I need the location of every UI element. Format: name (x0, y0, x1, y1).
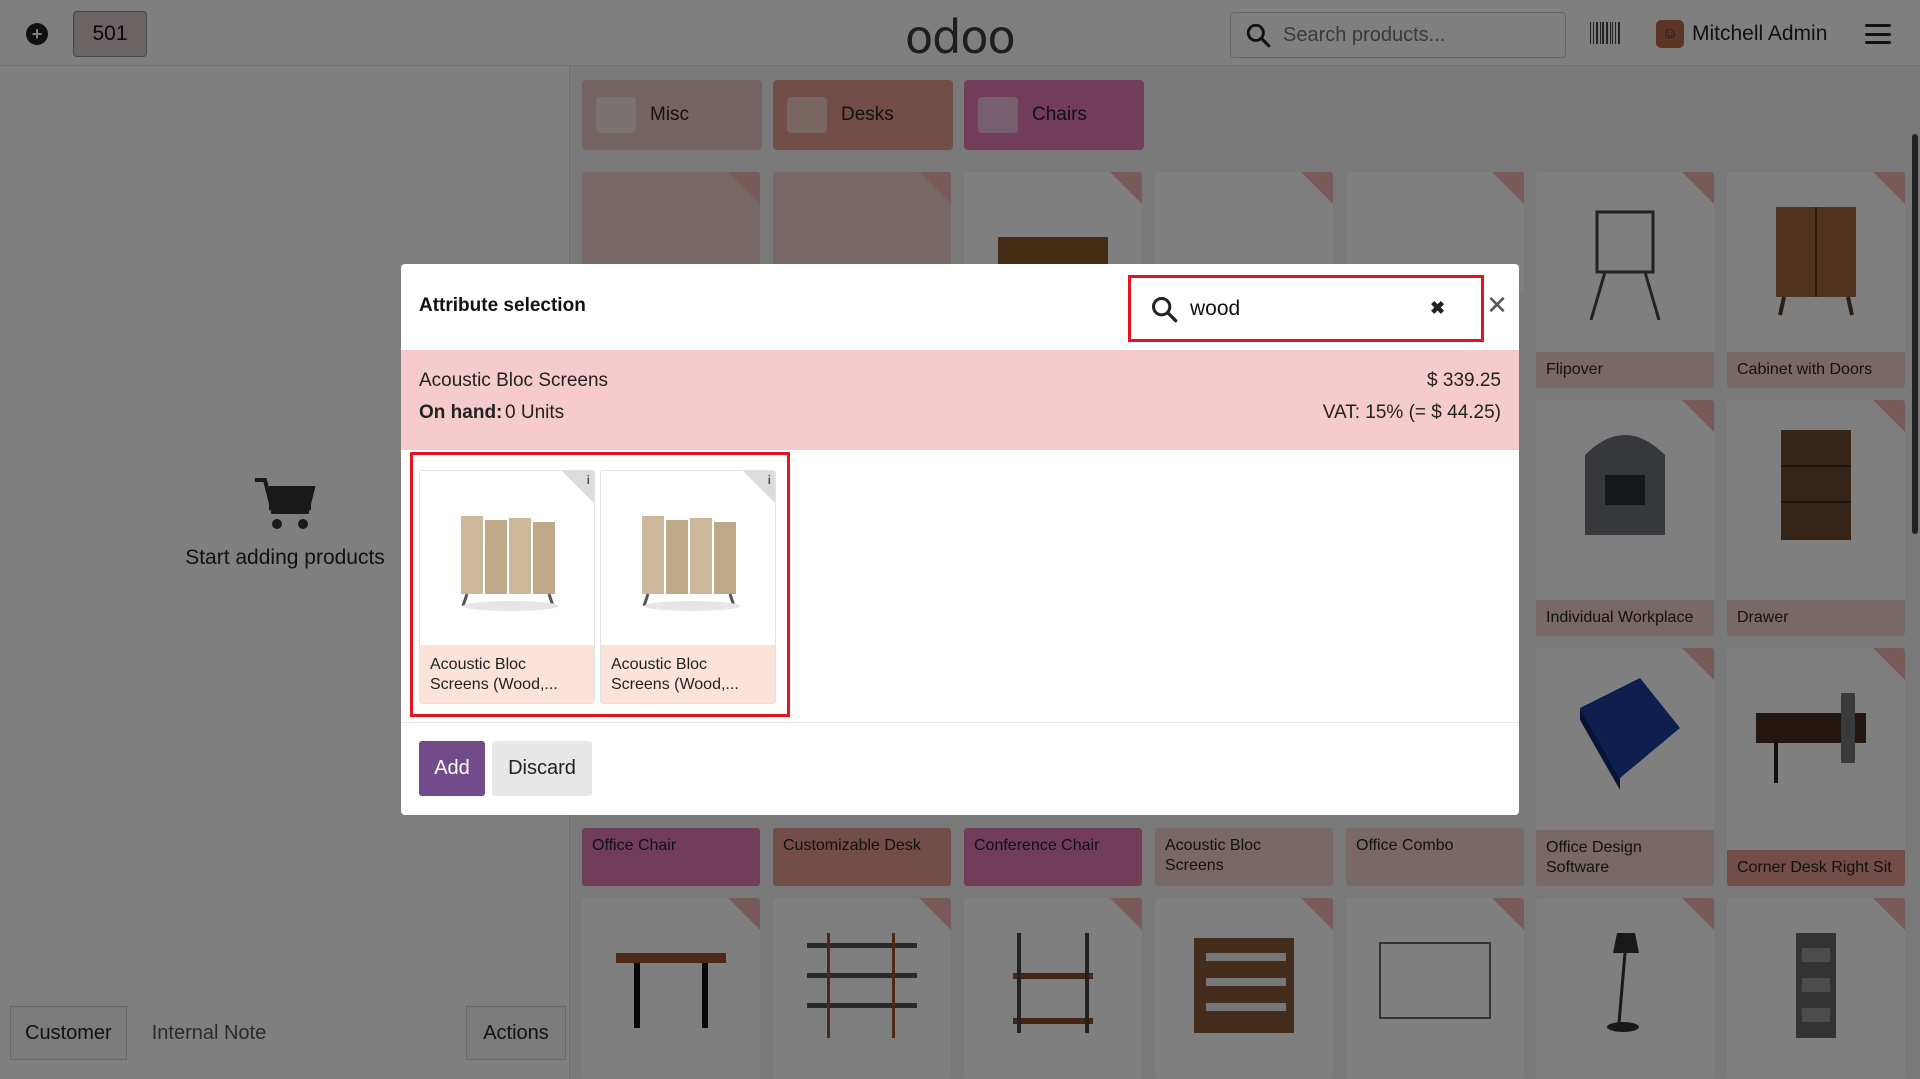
on-hand-value: 0 Units (505, 402, 565, 423)
product-price: $ 339.25 (1427, 370, 1501, 391)
attribute-selection-dialog: Attribute selection wood ✖ ✕ Acoustic Bl… (401, 264, 1519, 815)
product-vat: VAT: 15% (= $ 44.25) (1322, 402, 1501, 423)
on-hand-label: On hand: (419, 402, 503, 423)
dialog-header: Attribute selection wood ✖ ✕ (401, 264, 1519, 350)
product-name: Acoustic Bloc Screens (419, 370, 609, 391)
clear-search-icon[interactable]: ✖ (1430, 298, 1445, 319)
product-summary: Acoustic Bloc Screens On hand: 0 Units $… (401, 350, 1519, 450)
dialog-footer: Add Discard (401, 722, 1519, 815)
variant-card[interactable]: i Acoustic Bloc Screens (Wood,... (600, 470, 776, 704)
variant-card[interactable]: i Acoustic Bloc Screens (Wood,... (419, 470, 595, 704)
info-icon[interactable]: i (587, 473, 590, 487)
info-icon[interactable]: i (768, 473, 771, 487)
close-icon[interactable]: ✕ (1483, 291, 1511, 321)
attribute-search-box[interactable]: wood ✖ (1136, 283, 1476, 334)
variant-name: Acoustic Bloc Screens (Wood,... (420, 645, 594, 703)
add-button[interactable]: Add (419, 741, 485, 796)
attribute-search-input[interactable]: wood (1190, 297, 1430, 321)
discard-button[interactable]: Discard (492, 741, 592, 796)
variant-name: Acoustic Bloc Screens (Wood,... (601, 645, 775, 703)
search-icon (1151, 296, 1178, 322)
dialog-title: Attribute selection (419, 295, 586, 316)
